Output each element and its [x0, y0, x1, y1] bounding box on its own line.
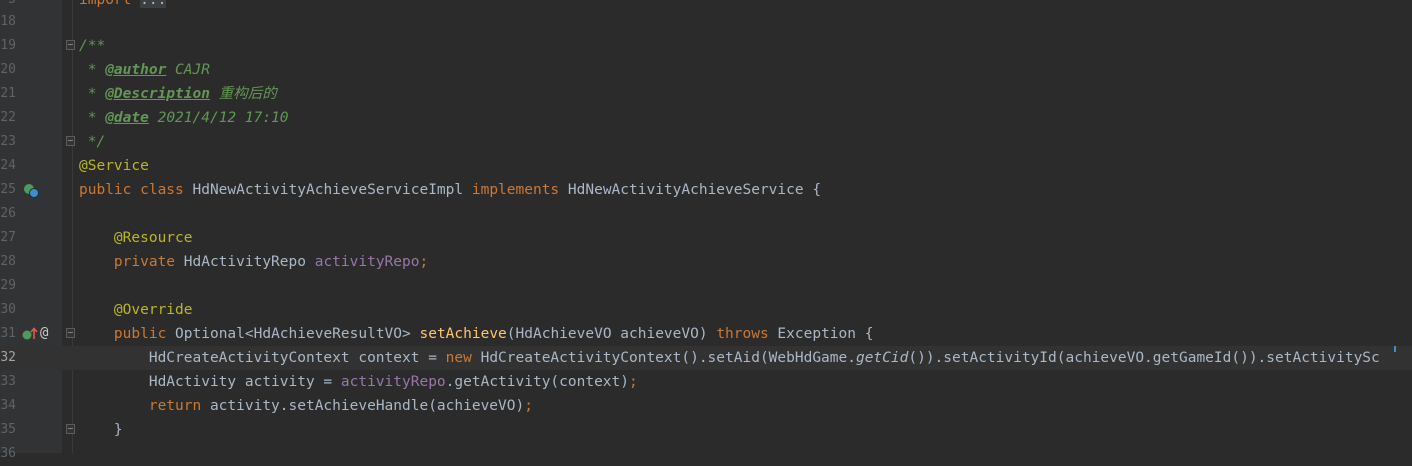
doc-tag-date: @date: [105, 110, 149, 126]
line-number: 35: [0, 422, 16, 437]
import-keyword: import: [79, 0, 132, 8]
class-name: HdNewActivityAchieveServiceImpl: [183, 182, 472, 198]
folded-imports[interactable]: ...: [140, 0, 167, 8]
line-number: 26: [0, 206, 16, 221]
code-line: 21 * @Description 重构后的: [0, 82, 1412, 106]
code-line: 33 HdActivity activity = activityRepo.ge…: [0, 370, 1412, 394]
line-number: 36: [0, 446, 16, 461]
doc-comment-start: /**: [79, 38, 106, 54]
override-annotation: @Override: [79, 302, 193, 318]
line-number: 25: [0, 182, 16, 197]
code-line: 35 }: [0, 418, 1412, 442]
code-line: 26: [0, 202, 1412, 226]
implemented-class-icon[interactable]: [23, 183, 39, 198]
fold-toggle-icon[interactable]: [66, 424, 75, 434]
fold-toggle-icon[interactable]: [66, 328, 75, 338]
code-line: 25 public class HdNewActivityAchieveServ…: [0, 178, 1412, 202]
line-number: 19: [0, 38, 16, 53]
line-number: 32: [0, 350, 16, 365]
closing-brace: }: [79, 422, 123, 438]
line-number: 31: [0, 326, 16, 341]
doc-date-value: 2021/4/12 17:10: [148, 110, 289, 126]
line-number: 30: [0, 302, 16, 317]
code-line: 31 @ public Optional<HdAchieveResultVO> …: [0, 322, 1412, 346]
doc-tag-description: @Description: [105, 86, 210, 102]
method-name: setAchieve: [419, 326, 507, 342]
code-line: 27 @Resource: [0, 226, 1412, 250]
line-number: 21: [0, 86, 16, 101]
overrides-method-icon[interactable]: [22, 327, 38, 341]
line-number: 18: [0, 14, 16, 29]
code-line: 20 * @author CAJR: [0, 58, 1412, 82]
fold-toggle-icon[interactable]: [66, 40, 75, 50]
line-number: 20: [0, 62, 16, 77]
code-line: 18: [0, 10, 1412, 34]
doc-tag-author: @author: [105, 62, 167, 78]
doc-comment-end: */: [79, 134, 106, 150]
line-number: 33: [0, 374, 16, 389]
code-line: 19 /**: [0, 34, 1412, 58]
line-number: 24: [0, 158, 16, 173]
line-number: 23: [0, 134, 16, 149]
doc-author-value: CAJR: [166, 62, 210, 78]
line-number: 28: [0, 254, 16, 269]
code-line: 34 return activity.setAchieveHandle(achi…: [0, 394, 1412, 418]
doc-description-value: 重构后的: [209, 86, 277, 102]
field-activity-repo: activityRepo: [314, 254, 420, 270]
fold-toggle-icon[interactable]: [66, 136, 75, 146]
code-line: 29: [0, 274, 1412, 298]
service-annotation: @Service: [79, 158, 149, 174]
code-line: 22 * @date 2021/4/12 17:10: [0, 106, 1412, 130]
line-number: 29: [0, 278, 16, 293]
code-line: 36: [0, 442, 1412, 466]
code-line: 24 @Service: [0, 154, 1412, 178]
code-line-current: 32 HdCreateActivityContext context = new…: [0, 346, 1412, 370]
line-number: 34: [0, 398, 16, 413]
code-line: 30 @Override: [0, 298, 1412, 322]
line-number: 27: [0, 230, 16, 245]
code-line: 28 private HdActivityRepo activityRepo;: [0, 250, 1412, 274]
code-line: 23 */: [0, 130, 1412, 154]
line-number: 22: [0, 110, 16, 125]
annotation-at-icon[interactable]: @: [40, 326, 48, 340]
scroll-marker: [1394, 346, 1396, 352]
resource-annotation: @Resource: [79, 230, 193, 246]
